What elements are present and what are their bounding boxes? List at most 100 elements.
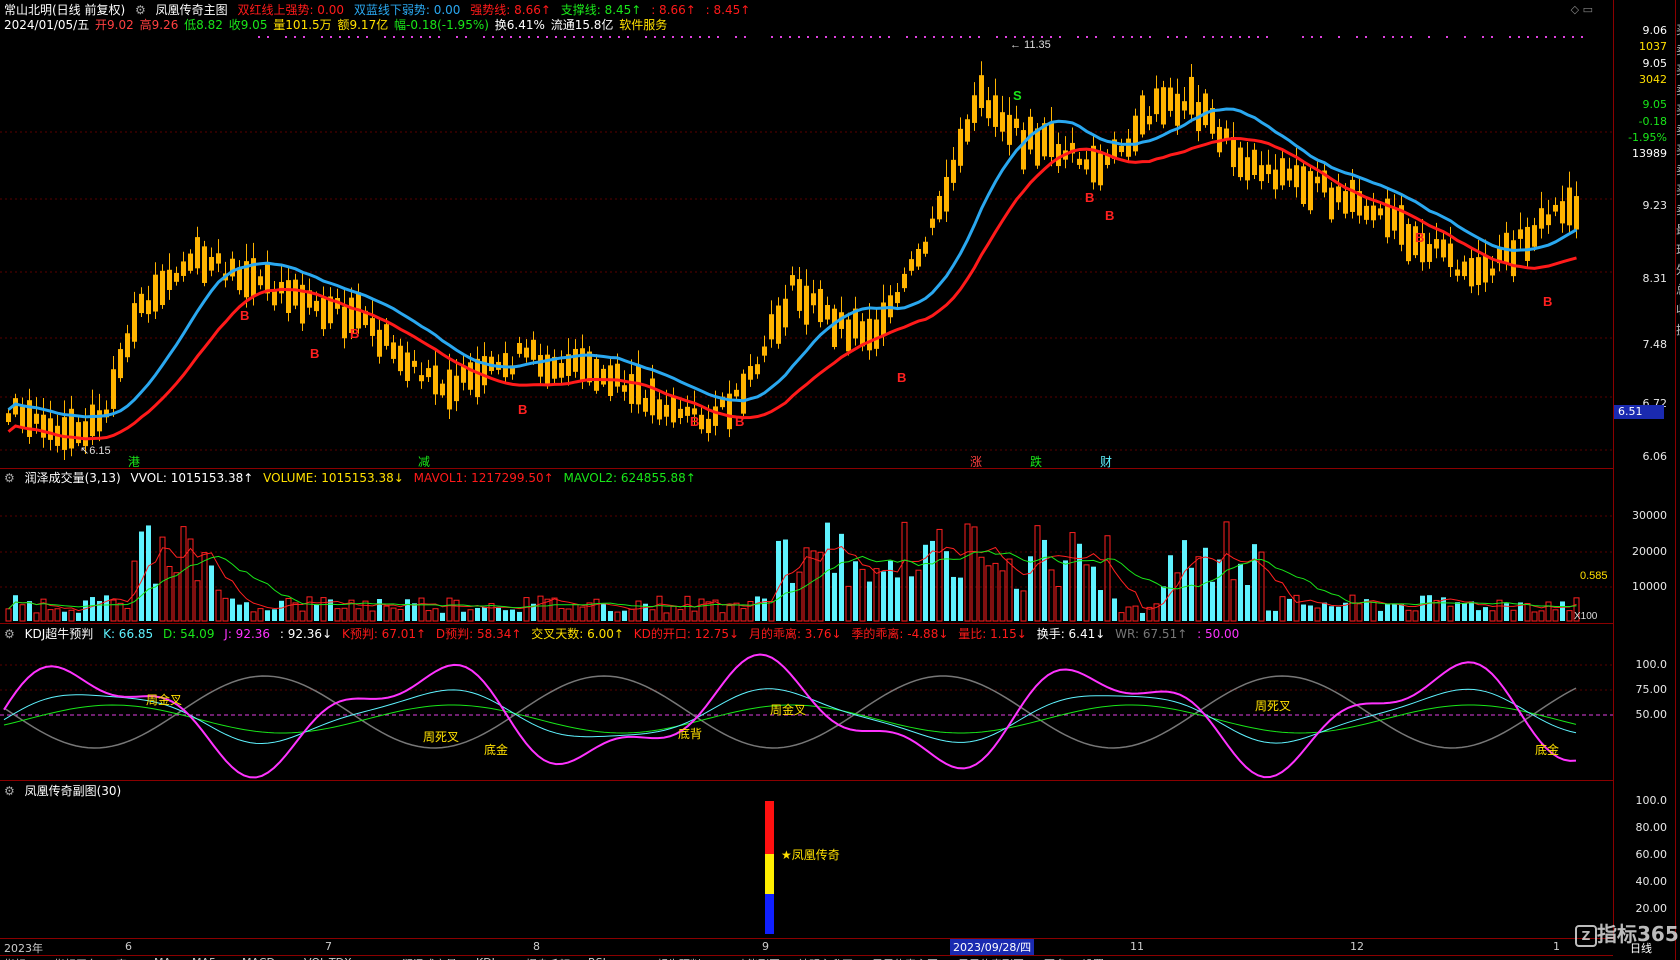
- candle-body: [741, 373, 746, 414]
- signal-dot: [1365, 36, 1367, 38]
- signal-dot: [1122, 36, 1124, 38]
- volume-bar: [341, 607, 348, 622]
- candle-body: [146, 300, 151, 315]
- volume-bar: [306, 596, 313, 622]
- volume-bar: [320, 597, 327, 622]
- candle-body: [629, 374, 634, 404]
- signal-dot: [1032, 36, 1034, 38]
- volume-bar: [257, 608, 264, 622]
- signal-dot: [582, 36, 584, 38]
- tab-10[interactable]: RSI: [588, 956, 606, 960]
- date-selected[interactable]: 2023/09/28/四: [950, 939, 1035, 955]
- signal-dot: [969, 36, 971, 38]
- volume-bar: [517, 611, 522, 621]
- candle-body: [1189, 76, 1194, 115]
- candle-body: [34, 413, 39, 424]
- signal-dot: [411, 36, 413, 38]
- tab-13[interactable]: 神明主升正: [798, 956, 853, 960]
- volume-bar: [1469, 601, 1474, 621]
- volume-bar: [1195, 556, 1202, 622]
- volume-bar: [418, 597, 425, 622]
- candle-body: [1434, 239, 1439, 249]
- candle-body: [538, 355, 543, 377]
- volume-bar: [446, 597, 453, 622]
- candle-body: [1448, 243, 1453, 268]
- kdj-annotation: 周金叉: [146, 692, 182, 707]
- volume-pane[interactable]: ⚙ 润泽成交量(3,13) VVOL: 1015153.38↑ VOLUME: …: [0, 469, 1613, 624]
- kdj-annotation: 底背: [678, 726, 702, 741]
- tab-12[interactable]: 功能副图: [736, 956, 780, 960]
- tab-2[interactable]: 窗口: [116, 956, 138, 960]
- signal-dot: [456, 36, 458, 38]
- volume-bar: [1336, 606, 1341, 621]
- candle-body: [1000, 112, 1005, 132]
- volume-bar: [334, 608, 341, 622]
- volume-bar: [523, 597, 530, 622]
- signal-dot: [627, 36, 629, 38]
- tab-0[interactable]: 指标A: [4, 956, 34, 960]
- main-chart-canvas[interactable]: BBBBB BBBBBBS← 11.35↖6.15港减涨跌财: [0, 0, 1613, 469]
- kdj-tick-0: 100.0: [1635, 658, 1668, 671]
- signal-dot: [609, 36, 611, 38]
- volume-bar: [698, 598, 705, 622]
- signal-dot: [1257, 36, 1259, 38]
- tab-16[interactable]: 更多: [1044, 956, 1066, 960]
- volume-bar: [1405, 609, 1412, 622]
- volume-bar: [853, 561, 858, 621]
- volume-bar: [314, 604, 319, 621]
- candle-body: [755, 364, 760, 375]
- candle-body: [6, 413, 11, 423]
- kdj-pane[interactable]: ⚙ KDJ超牛预判 K: 66.85 D: 54.09 J: 92.36 : 9…: [0, 624, 1613, 781]
- signal-dot: [708, 36, 710, 38]
- quote-panel-7: 13989: [1632, 147, 1667, 160]
- candle-body: [1406, 224, 1411, 262]
- tab-6[interactable]: VOL-TDX: [304, 956, 352, 960]
- candle-body: [1168, 87, 1173, 111]
- signal-dot: [1167, 36, 1169, 38]
- tab-5[interactable]: MACD: [242, 956, 275, 960]
- tab-11[interactable]: KDJ超牛预判: [638, 956, 701, 960]
- signal-dot: [483, 36, 485, 38]
- buy-signal: B: [1415, 230, 1424, 245]
- signal-dot: [1014, 36, 1016, 38]
- sub-gear-icon[interactable]: ⚙: [4, 784, 15, 798]
- volume-bar: [1063, 560, 1068, 621]
- main-chart-pane[interactable]: 常山北明(日线 前复权) ⚙ 凤凰传奇主图 双红线上强势: 0.00 双蓝线下弱…: [0, 0, 1613, 469]
- signal-dot: [1527, 36, 1529, 38]
- phoenix-bar-yellow: [765, 854, 774, 894]
- kdj-chart-canvas[interactable]: 周金叉周死叉底金底背周金叉 周死叉底金: [0, 624, 1613, 781]
- signal-dot: [861, 36, 863, 38]
- volume-bar: [985, 565, 992, 622]
- signal-dot: [915, 36, 917, 38]
- tab-4[interactable]: MA5: [192, 956, 216, 960]
- signal-dot: [1356, 36, 1358, 38]
- tab-9[interactable]: 提息毛额: [526, 956, 570, 960]
- signal-dot: [672, 36, 674, 38]
- tab-15[interactable]: 凤凰传奇副图: [958, 956, 1024, 960]
- logo-watermark: Z 指标365: [1575, 918, 1679, 947]
- volume-bar: [733, 602, 740, 622]
- vol-unit-label: X100: [1574, 611, 1598, 622]
- tab-3[interactable]: MA: [154, 956, 171, 960]
- volume-chart-canvas[interactable]: 0.585 X100: [0, 469, 1613, 624]
- tab-17[interactable]: 设置: [1082, 956, 1104, 960]
- candle-body: [1259, 165, 1264, 182]
- tab-7[interactable]: 润泽成交量: [402, 956, 457, 960]
- signal-dot: [924, 36, 926, 38]
- phoenix-sub-pane[interactable]: ⚙ 凤凰传奇副图(30) ★凤凰传奇: [0, 781, 1613, 939]
- volume-bar: [482, 606, 487, 621]
- volume-bar: [1189, 567, 1194, 621]
- volume-bar: [222, 597, 229, 622]
- tab-8[interactable]: KDJ: [476, 956, 495, 960]
- candle-body: [1378, 208, 1383, 216]
- candle-body: [1294, 165, 1299, 188]
- tab-1[interactable]: 指标平台: [54, 956, 98, 960]
- candle-body: [825, 305, 830, 320]
- candle-body: [524, 347, 529, 358]
- sub-title[interactable]: 凤凰传奇副图(30): [25, 784, 122, 798]
- edge-char: 买: [1676, 60, 1680, 80]
- tab-14[interactable]: 凤凰传奇主图: [872, 956, 938, 960]
- candle-body: [1084, 159, 1089, 170]
- candle-body: [895, 292, 900, 304]
- signal-dot: [465, 36, 467, 38]
